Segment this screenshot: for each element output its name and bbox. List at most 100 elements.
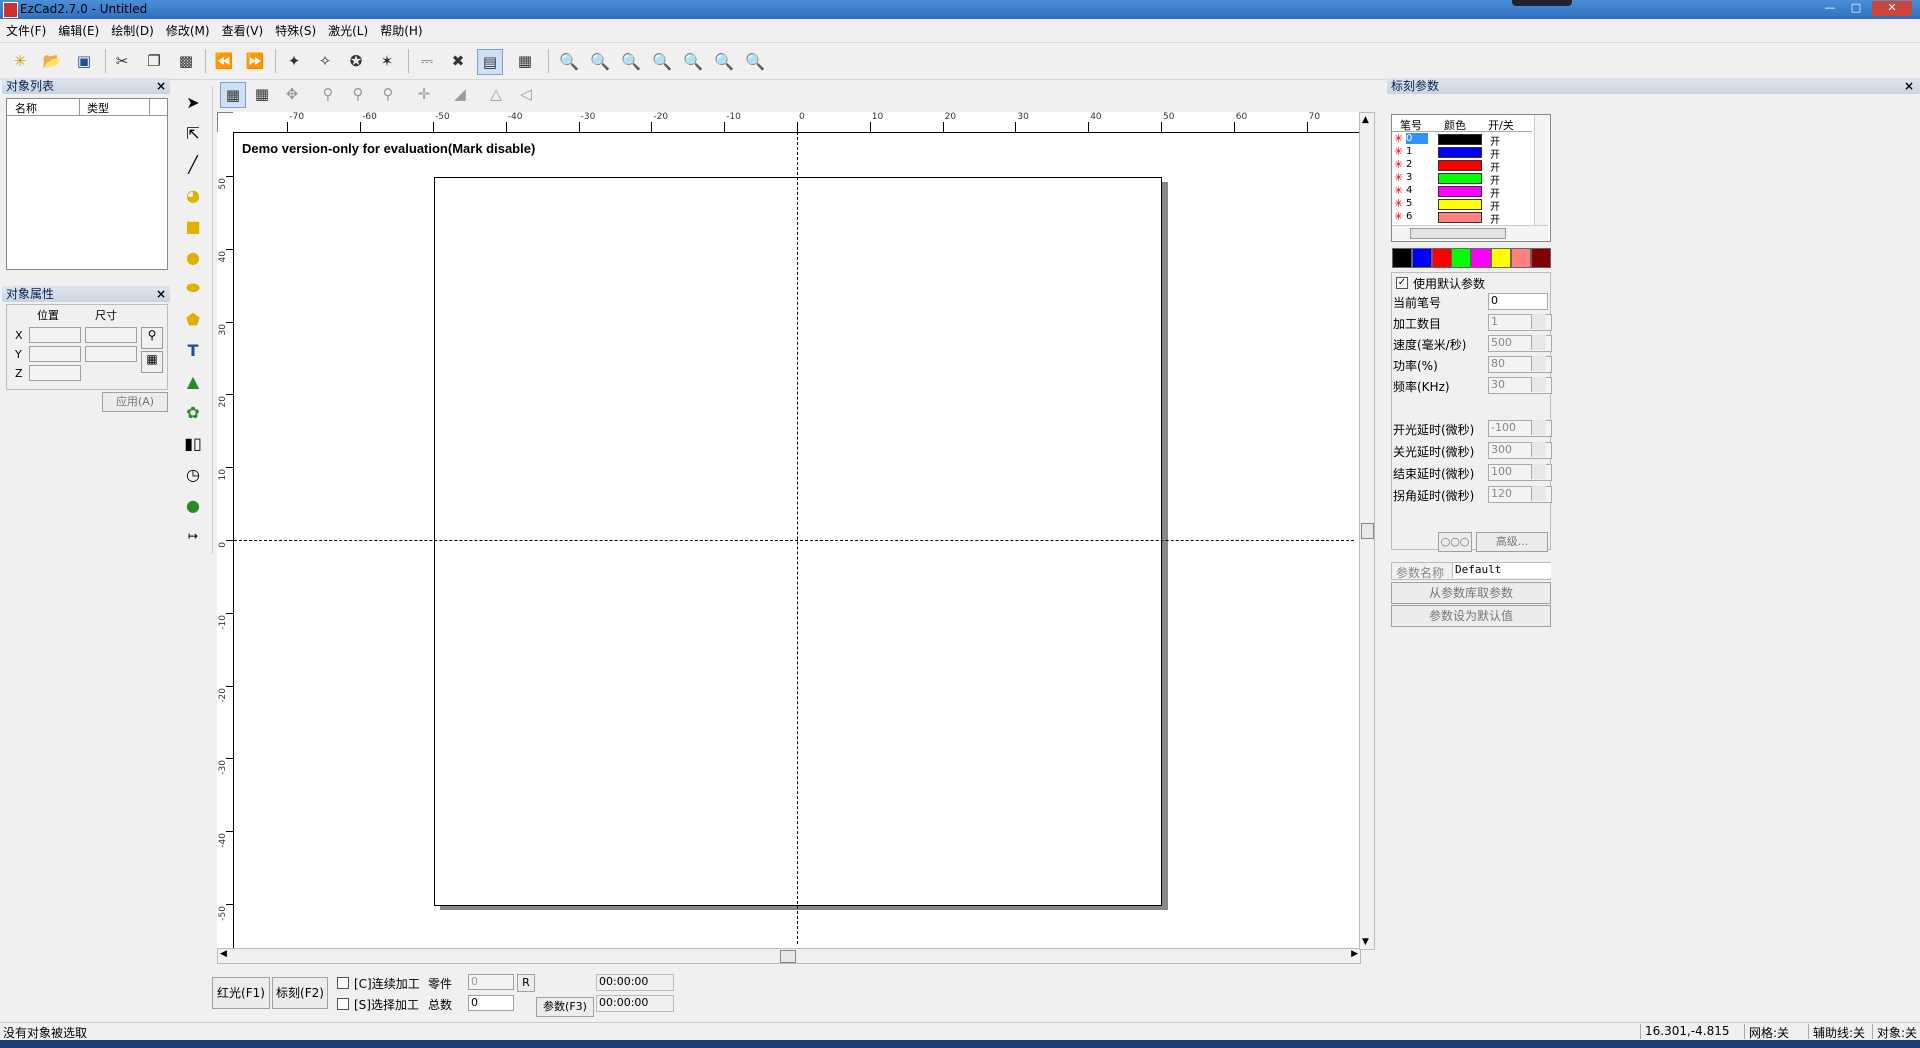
col-name[interactable]: 名称 xyxy=(15,100,37,116)
pen-table[interactable]: 笔号 颜色 开/关 ✳ 0 开 ✳ 1 开 ✳ 2 开 ✳ 3 开 ✳ 4 开 ✳ 5 开 ✳ 6 开 xyxy=(1391,114,1551,242)
zoom-out-icon[interactable]: 🔍 xyxy=(650,49,674,73)
pen-row[interactable]: ✳ 6 开 xyxy=(1392,210,1532,226)
close-icon[interactable]: × xyxy=(156,286,166,302)
color-swatch[interactable] xyxy=(1451,248,1472,268)
color-swatch[interactable] xyxy=(1510,248,1531,268)
pen-row[interactable]: ✳ 1 开 xyxy=(1392,145,1532,161)
lock-icon[interactable]: ⚲ xyxy=(316,82,340,106)
layout-icon[interactable]: ▦ xyxy=(513,49,537,73)
work-area[interactable] xyxy=(434,177,1162,906)
cut-icon[interactable]: ✂ xyxy=(110,49,134,73)
mirror-h-icon[interactable]: △ xyxy=(484,82,508,106)
maximize-button[interactable]: □ xyxy=(1846,1,1866,16)
node-add-icon[interactable]: ✪ xyxy=(344,49,368,73)
timer-icon[interactable]: ◷ xyxy=(181,462,205,486)
node-edit-icon[interactable]: ✦ xyxy=(282,49,306,73)
node-delete-icon[interactable]: ✶ xyxy=(375,49,399,73)
close-icon[interactable]: × xyxy=(1904,78,1914,94)
color-swatch[interactable] xyxy=(1431,248,1452,268)
open-folder-icon[interactable]: 📂 xyxy=(40,49,64,73)
reset-button[interactable]: R xyxy=(517,974,535,992)
pen-hscrollbar[interactable] xyxy=(1392,225,1548,240)
group-select-icon[interactable]: ▦ xyxy=(220,82,246,108)
select-checkbox[interactable] xyxy=(337,998,349,1010)
pen-state[interactable]: 开 xyxy=(1490,211,1500,226)
rectangle-icon[interactable]: ■ xyxy=(181,214,205,238)
pen-color-swatch[interactable] xyxy=(1438,160,1482,171)
pen-row[interactable]: ✳ 4 开 xyxy=(1392,184,1532,200)
menu-file[interactable]: 文件(F) xyxy=(0,19,52,39)
pen-row[interactable]: ✳ 3 开 xyxy=(1392,171,1532,187)
color-swatch[interactable] xyxy=(1491,248,1511,268)
param-input[interactable]: 0 xyxy=(1488,293,1548,310)
pen-color-swatch[interactable] xyxy=(1438,134,1482,145)
set-default-button[interactable]: 参数设为默认值 xyxy=(1391,605,1551,627)
menu-laser[interactable]: 激光(L) xyxy=(322,19,374,39)
zoom-fit-icon[interactable]: 🔍 xyxy=(712,49,736,73)
parts-input[interactable]: 0 xyxy=(468,974,514,990)
undo-icon[interactable]: ⏪ xyxy=(212,49,236,73)
size-y-input[interactable] xyxy=(85,346,137,362)
pen-color-swatch[interactable] xyxy=(1438,199,1482,210)
io-signal-icon[interactable]: ● xyxy=(181,493,205,517)
menu-help[interactable]: 帮助(H) xyxy=(374,19,428,39)
oo-button[interactable]: ○○○ xyxy=(1438,532,1472,552)
color-swatch[interactable] xyxy=(1530,248,1551,268)
grid-icon[interactable]: ▦ xyxy=(141,351,163,373)
spinner-icon[interactable] xyxy=(1531,356,1546,371)
lock-icon[interactable]: ⚲ xyxy=(141,327,163,349)
close-button[interactable]: ✕ xyxy=(1872,1,1912,16)
pos-y-input[interactable] xyxy=(29,346,81,362)
pos-x-input[interactable] xyxy=(29,327,81,343)
object-list-table[interactable]: 名称 类型 xyxy=(6,98,168,270)
color-swatch[interactable] xyxy=(1411,248,1432,268)
total-input[interactable]: 0 xyxy=(468,995,514,1011)
scroll-left-icon[interactable]: ◀ xyxy=(220,949,227,959)
tools-icon[interactable]: ✖ xyxy=(446,49,470,73)
pen-color-swatch[interactable] xyxy=(1438,147,1482,158)
pen-row[interactable]: ✳ 2 开 xyxy=(1392,158,1532,174)
hatch-icon[interactable]: ⎓ xyxy=(415,49,439,73)
menu-view[interactable]: 查看(V) xyxy=(216,19,270,39)
zoom-in-icon[interactable]: 🔍 xyxy=(588,49,612,73)
col-type[interactable]: 类型 xyxy=(87,100,109,116)
red-light-button[interactable]: 红光(F1) xyxy=(212,977,270,1009)
redo-icon[interactable]: ⏩ xyxy=(243,49,267,73)
close-icon[interactable]: × xyxy=(156,78,166,94)
zoom-icon[interactable]: 🔍 xyxy=(557,49,581,73)
spinner-icon[interactable] xyxy=(1531,486,1546,501)
scroll-down-icon[interactable]: ▼ xyxy=(1362,937,1369,947)
pen-scrollbar[interactable] xyxy=(1534,115,1549,225)
select-arrow-icon[interactable]: ➤ xyxy=(181,90,205,114)
size-x-input[interactable] xyxy=(85,327,137,343)
scroll-right-icon[interactable]: ▶ xyxy=(1351,949,1358,959)
zoom-selection-icon[interactable]: 🔍 xyxy=(743,49,767,73)
image-icon[interactable]: ▲ xyxy=(181,369,205,393)
paste-icon[interactable]: ▩ xyxy=(174,49,198,73)
zoom-plus-icon[interactable]: 🔍 xyxy=(619,49,643,73)
extend-axis-icon[interactable]: ↦ xyxy=(181,524,205,548)
unlock-all-icon[interactable]: ⚲ xyxy=(376,82,400,106)
params-button[interactable]: 参数(F3) xyxy=(536,997,594,1017)
spinner-icon[interactable] xyxy=(1531,335,1546,350)
from-library-button[interactable]: 从参数库取参数 xyxy=(1391,582,1551,604)
center-icon[interactable]: ✥ xyxy=(280,82,304,106)
node-select-icon[interactable]: ✧ xyxy=(313,49,337,73)
pen-row[interactable]: ✳ 5 开 xyxy=(1392,197,1532,213)
curve-icon[interactable]: ◕ xyxy=(181,183,205,207)
advanced-button[interactable]: 高级... xyxy=(1476,532,1548,552)
pen-color-swatch[interactable] xyxy=(1438,173,1482,184)
new-file-icon[interactable]: ✳ xyxy=(8,49,32,73)
node-arrow-icon[interactable]: ⇱ xyxy=(181,121,205,145)
minimize-button[interactable]: — xyxy=(1820,1,1840,16)
spinner-icon[interactable] xyxy=(1531,442,1546,457)
zoom-all-icon[interactable]: 🔍 xyxy=(681,49,705,73)
align-icon[interactable]: ✛ xyxy=(412,82,436,106)
spinner-icon[interactable] xyxy=(1531,464,1546,479)
properties-icon[interactable]: ▤ xyxy=(477,49,503,75)
pen-color-swatch[interactable] xyxy=(1438,212,1482,223)
continuous-checkbox[interactable] xyxy=(337,977,349,989)
color-swatch[interactable] xyxy=(1471,248,1492,268)
mirror-v-icon[interactable]: ◁ xyxy=(514,82,538,106)
scroll-up-icon[interactable]: ▲ xyxy=(1362,115,1369,125)
